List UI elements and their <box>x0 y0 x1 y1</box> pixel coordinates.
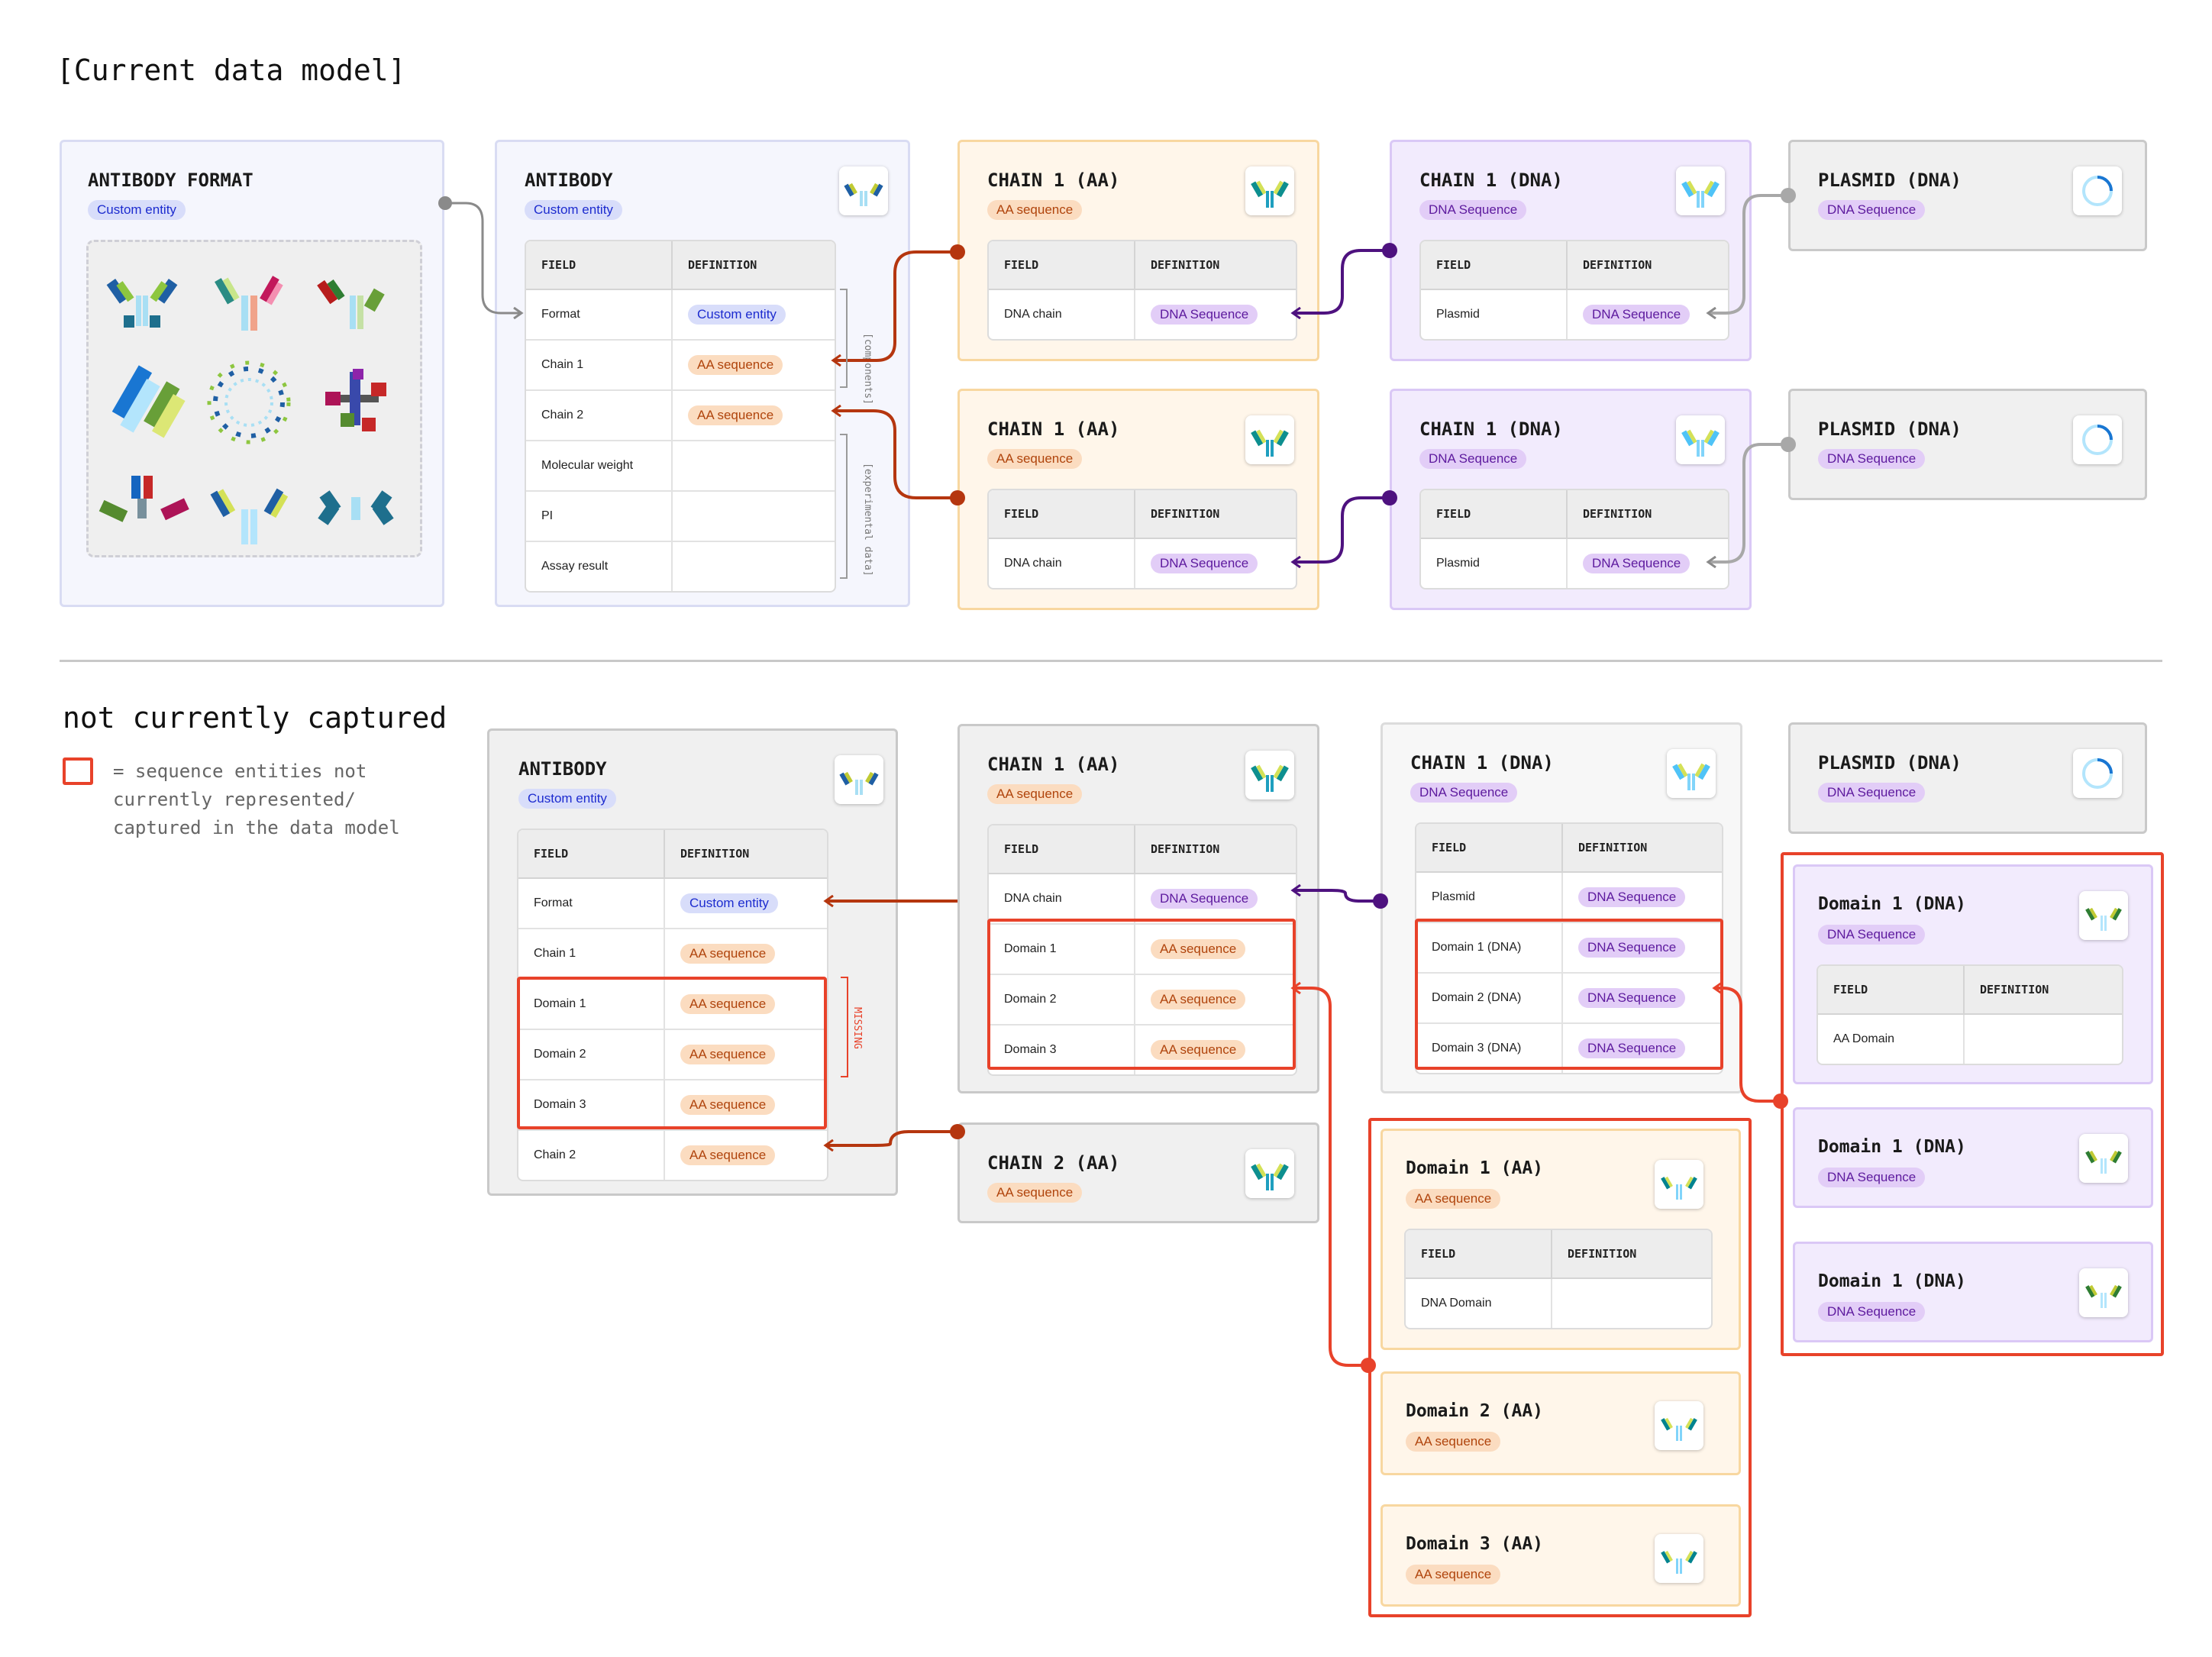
components-bracket <box>840 289 848 388</box>
connector-chain-dna-1-to-chain-aa-1 <box>1293 243 1397 313</box>
connector-bottom-dna-to-aa <box>1293 890 1388 909</box>
connector-layer <box>438 188 1796 1373</box>
connector-format-to-antibody <box>438 196 521 313</box>
connector-chain-dna-2-to-chain-aa-2 <box>1293 490 1397 562</box>
connector-plasmid-1-to-chain-dna-1 <box>1709 188 1796 313</box>
connector-chain1-aa-to-antibody <box>834 244 965 360</box>
connector-bottom-chain2-to-antibody <box>826 1124 965 1145</box>
connector-domain-aa-to-chain1-aa <box>1293 988 1376 1373</box>
connector-plasmid-2-to-chain-dna-2 <box>1709 437 1796 562</box>
connector-domain-dna-to-chain1-dna <box>1715 988 1788 1109</box>
connector-chain2-aa-to-antibody <box>834 411 965 505</box>
experimental-bracket <box>840 434 848 579</box>
